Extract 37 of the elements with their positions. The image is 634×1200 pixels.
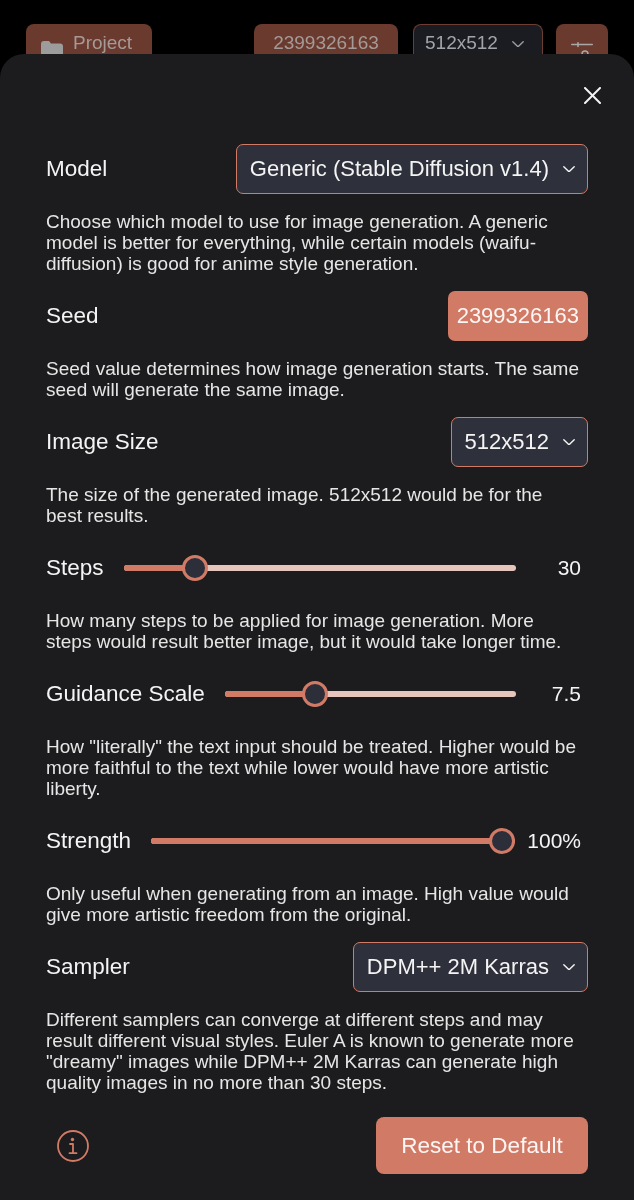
dropdown[interactable]: 512x512 [450,417,588,467]
chevron-down-icon [563,438,575,446]
slider-value: 7.5 [550,682,581,706]
slider-thumb[interactable] [182,555,209,581]
setting-description: Only useful when generating from an image. High value would give more artistic freedom from the original. [46,883,570,925]
setting-label: Steps [46,555,104,581]
setting-description: Choose which model to use for image generation. A generic model is better for everything, while certain models (waifu-diffusion) is good for anime style generation. [46,211,549,274]
chevron-down-icon [563,963,575,971]
dropdown[interactable]: DPM++ 2M Karras [352,942,588,992]
info-icon [57,1129,89,1162]
sliders-icon [571,42,593,54]
slider-value: 100% [527,829,581,853]
slider-track[interactable] [224,681,516,707]
close-icon [584,87,601,104]
slider-thumb[interactable] [301,681,328,707]
setting-label: Guidance Scale [46,681,205,707]
setting-description: Seed value determines how image generation starts. The same seed will generate the same image. [46,358,580,400]
chevron-down-icon [563,165,575,173]
slider-thumb[interactable] [489,828,516,854]
setting-label: Strength [46,828,132,854]
slider-track[interactable] [151,828,516,854]
setting-description: The size of the generated image. 512x512 would be for the best results. [46,484,544,526]
slider-track[interactable] [123,555,516,581]
folder-icon [41,41,63,54]
setting-description: How "literally" the text input should be treated. Higher would be more faithful to the text while lower would have more artistic liberty. [46,736,577,799]
settings-button[interactable] [556,24,608,54]
setting-label: Sampler [46,954,130,980]
setting-label: Image Size [46,429,159,455]
info-button[interactable] [57,1129,89,1162]
dropdown[interactable]: Generic (Stable Diffusion v1.4) [235,144,588,194]
setting-label: Seed [46,303,99,329]
setting-label: Model [46,156,108,182]
setting-description: How many steps to be applied for image generation. More steps would result better image, but it would take longer time. [46,610,563,652]
slider-value: 30 [556,556,581,580]
setting-description: Different samplers can converge at different steps and may result different visual styles. Euler A is known to generate more "dreamy" images while DPM++ 2M Karras can generate high quality images in no more than 30 steps. [46,1009,575,1093]
dropdown[interactable]: 512x512 [413,24,543,54]
chevron-down-icon [511,40,524,48]
